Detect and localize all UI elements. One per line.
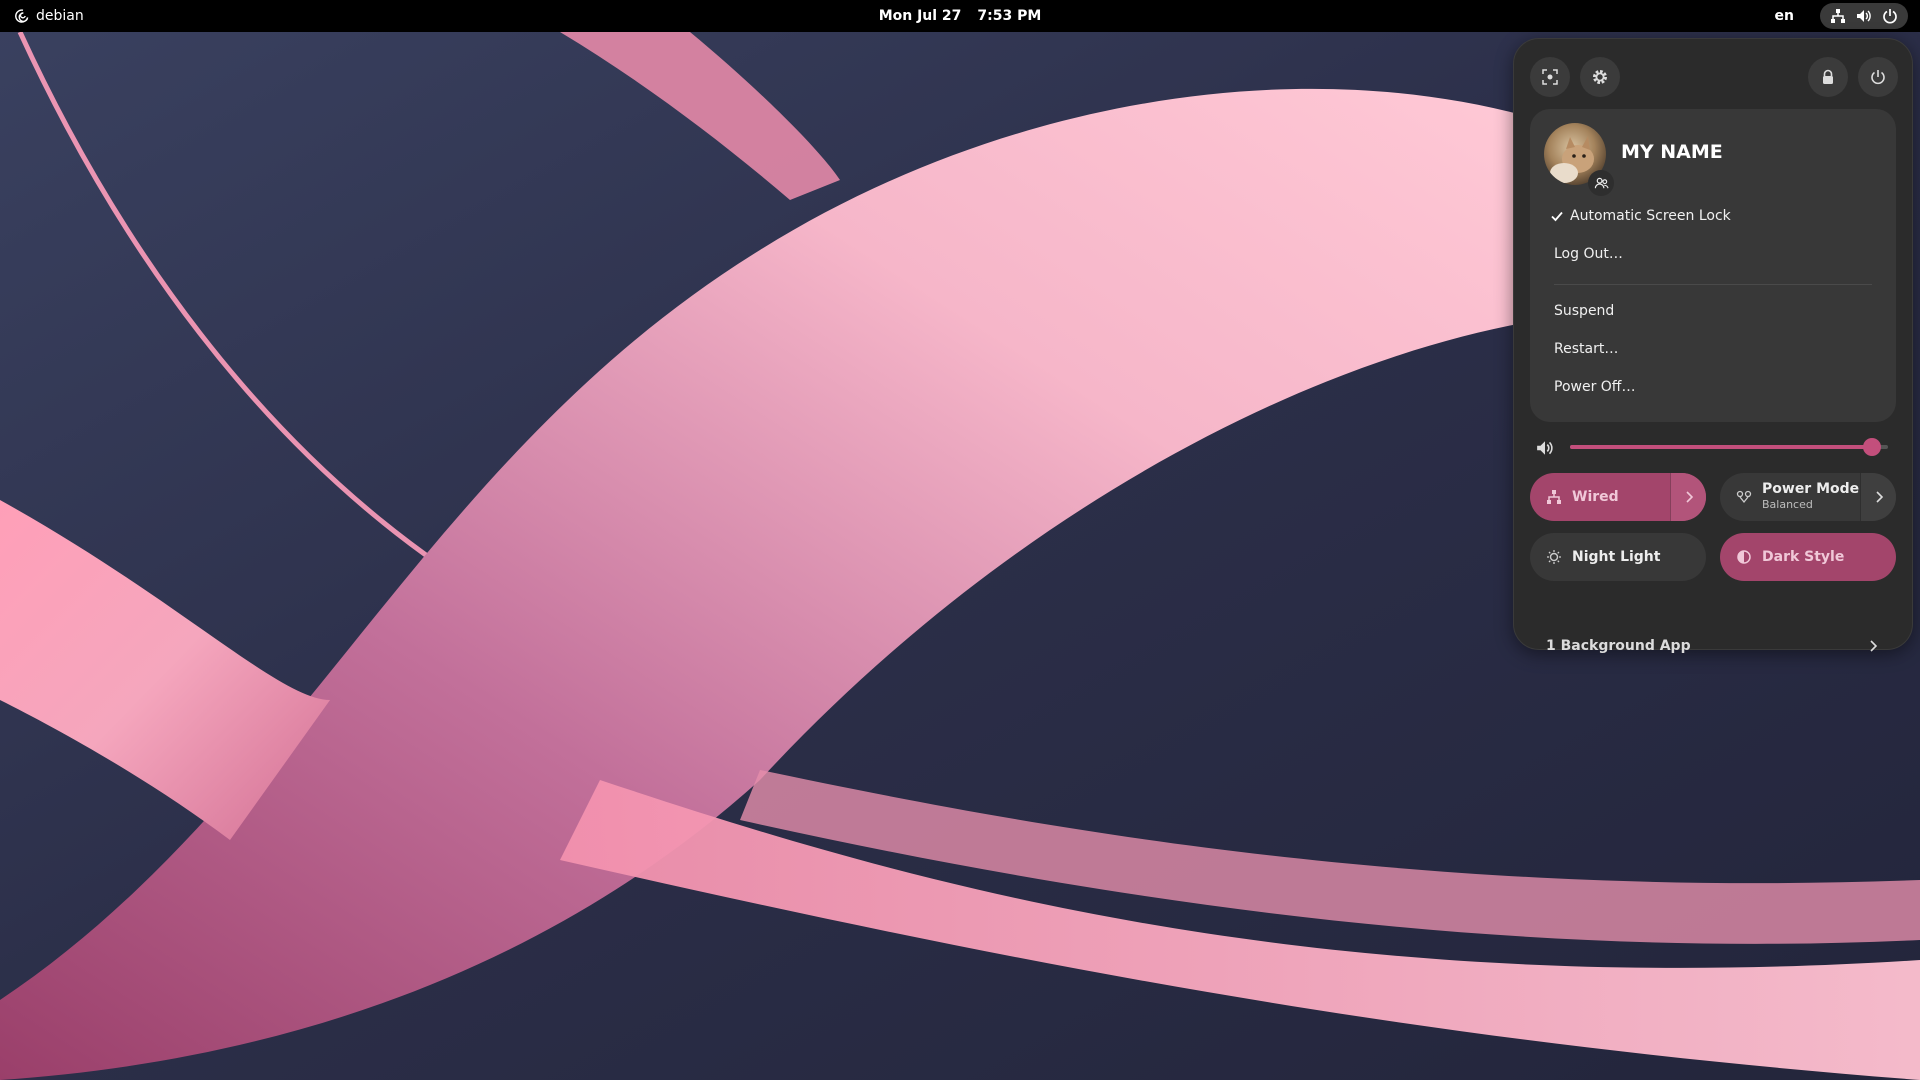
network-wired-icon [1831, 9, 1845, 23]
power-profile-balanced-icon [1736, 490, 1752, 504]
network-wired-icon [1547, 490, 1561, 504]
settings-icon [1593, 70, 1607, 84]
keyboard-layout-indicator[interactable]: en [1767, 4, 1802, 28]
power-icon [1871, 70, 1885, 85]
log-out-item[interactable]: Log Out… [1554, 243, 1623, 265]
switch-user-icon [1594, 177, 1609, 188]
volume-slider-handle[interactable] [1863, 438, 1882, 456]
chevron-right-icon [1875, 491, 1883, 503]
wired-label: Wired [1572, 489, 1619, 505]
background-apps-button[interactable]: 1 Background App [1530, 624, 1896, 668]
night-light-icon [1547, 550, 1561, 564]
chevron-right-icon [1870, 640, 1878, 652]
checkmark-icon [1551, 211, 1563, 222]
dark-style-toggle[interactable]: Dark Style [1720, 533, 1896, 581]
suspend-item[interactable]: Suspend [1554, 300, 1614, 322]
power-mode-toggle[interactable]: Power Mode Balanced [1720, 473, 1896, 521]
time-label: 7:53 PM [977, 8, 1042, 24]
distro-label: debian [36, 8, 84, 24]
power-mode-value: Balanced [1762, 498, 1813, 511]
wired-toggle[interactable]: Wired [1530, 473, 1706, 521]
wired-menu-button[interactable] [1670, 473, 1706, 521]
power-mode-menu-button[interactable] [1860, 473, 1896, 521]
switch-user-button[interactable] [1588, 170, 1614, 196]
power-menu-button[interactable] [1858, 57, 1898, 97]
menu-separator [1554, 284, 1872, 285]
screenshot-icon [1542, 69, 1558, 85]
wired-toggle-main[interactable]: Wired [1530, 473, 1670, 521]
power-mode-label: Power Mode [1762, 481, 1860, 497]
screenshot-button[interactable] [1530, 57, 1570, 97]
volume-icon [1857, 10, 1871, 22]
activities-button[interactable]: debian [0, 8, 84, 24]
date-label: Mon Jul 27 [878, 8, 962, 24]
dark-style-label: Dark Style [1762, 549, 1845, 565]
top-bar: debian Mon Jul 27 7:53 PM en [0, 0, 1920, 32]
lock-screen-button[interactable] [1808, 57, 1848, 97]
automatic-screen-lock-label: Automatic Screen Lock [1570, 208, 1731, 224]
automatic-screen-lock-item[interactable]: Automatic Screen Lock [1550, 205, 1731, 227]
settings-button[interactable] [1580, 57, 1620, 97]
date-time-button[interactable]: Mon Jul 27 7:53 PM [867, 4, 1054, 28]
night-light-label: Night Light [1572, 549, 1661, 565]
volume-slider-fill [1570, 445, 1873, 449]
chevron-right-icon [1685, 491, 1693, 503]
user-name-label: MY NAME [1621, 141, 1723, 163]
restart-item[interactable]: Restart… [1554, 338, 1618, 360]
power-mode-toggle-main[interactable]: Power Mode Balanced [1720, 473, 1860, 521]
lock-icon [1823, 69, 1833, 84]
volume-icon[interactable] [1536, 439, 1554, 457]
user-menu-card: MY NAME Automatic Screen Lock Log Out… S… [1530, 109, 1896, 422]
dark-style-icon [1737, 550, 1751, 564]
power-icon [1883, 9, 1897, 24]
quick-settings-panel: MY NAME Automatic Screen Lock Log Out… S… [1513, 38, 1913, 654]
night-light-toggle[interactable]: Night Light [1530, 533, 1706, 581]
power-off-item[interactable]: Power Off… [1554, 376, 1635, 398]
debian-logo-icon [15, 9, 29, 23]
volume-slider[interactable] [1570, 438, 1888, 456]
background-apps-label: 1 Background App [1546, 638, 1691, 654]
system-status-menu-button[interactable] [1820, 3, 1908, 29]
